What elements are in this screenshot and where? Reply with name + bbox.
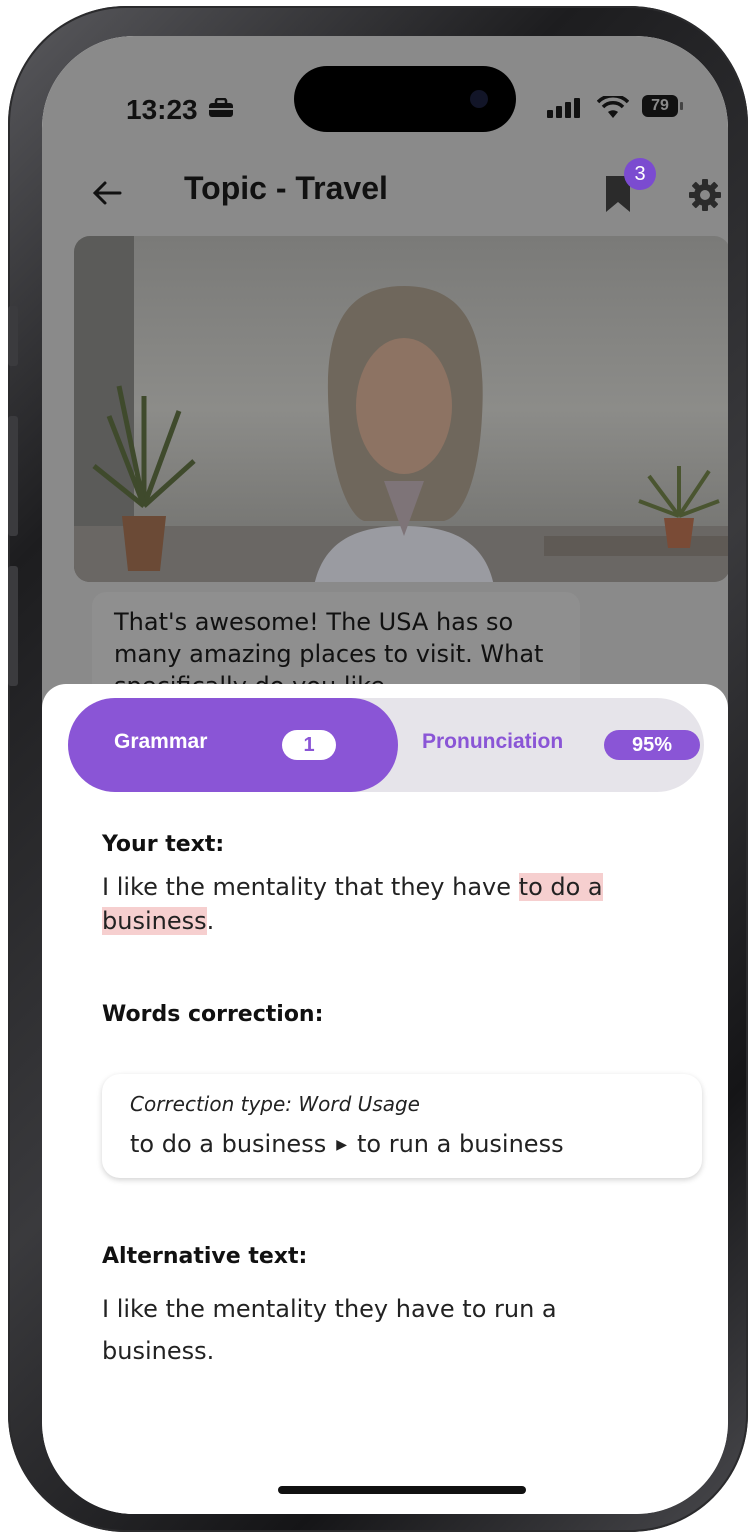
battery-indicator: 79 bbox=[642, 95, 678, 117]
camera-dot bbox=[470, 90, 488, 108]
home-indicator[interactable] bbox=[278, 1486, 526, 1494]
phone-frame: 13:23 79 Topic - Travel 3 That's awesome… bbox=[8, 6, 748, 1532]
status-time: 13:23 bbox=[126, 94, 198, 125]
alternative-text-heading: Alternative text: bbox=[102, 1244, 308, 1269]
correction-card: Correction type: Word Usage to do a busi… bbox=[102, 1074, 702, 1178]
words-correction-heading: Words correction: bbox=[102, 1002, 324, 1027]
gear-icon[interactable] bbox=[688, 178, 722, 212]
correction-to: to run a business bbox=[357, 1130, 564, 1158]
mute-switch bbox=[8, 306, 18, 366]
correction-line: to do a business ▶ to run a business bbox=[130, 1130, 564, 1158]
tab-pronunciation[interactable]: Pronunciation bbox=[422, 730, 563, 754]
feedback-tabs: Grammar 1 Pronunciation 95% bbox=[68, 698, 704, 792]
correction-type-label: Correction type: Word Usage bbox=[130, 1092, 420, 1116]
bookmark-count-badge: 3 bbox=[624, 158, 656, 190]
battery-tip bbox=[680, 102, 683, 110]
tab-grammar-label: Grammar bbox=[114, 730, 208, 753]
pronunciation-score-badge: 95% bbox=[604, 730, 700, 760]
briefcase-icon bbox=[209, 98, 233, 117]
back-arrow-icon[interactable] bbox=[90, 176, 124, 210]
tutor-avatar bbox=[315, 286, 493, 582]
your-text-after: . bbox=[206, 907, 215, 935]
your-text-before: I like the mentality that they have bbox=[102, 873, 519, 901]
tutor-avatar-image bbox=[74, 236, 728, 582]
dynamic-island bbox=[294, 66, 516, 132]
your-text-body: I like the mentality that they have to d… bbox=[102, 870, 672, 938]
screen: 13:23 79 Topic - Travel 3 That's awesome… bbox=[42, 36, 728, 1514]
page-title: Topic - Travel bbox=[184, 170, 388, 206]
play-arrow-icon: ▶ bbox=[336, 1137, 347, 1153]
plant-left bbox=[92, 385, 196, 571]
your-text-heading: Your text: bbox=[102, 832, 225, 857]
alternative-text-body: I like the mentality they have to run a … bbox=[102, 1295, 557, 1365]
feedback-sheet: Grammar 1 Pronunciation 95% Your text: I… bbox=[42, 684, 728, 1514]
grammar-count-badge: 1 bbox=[282, 730, 336, 760]
volume-up-button bbox=[8, 416, 18, 536]
wifi-icon bbox=[597, 96, 629, 118]
tab-grammar[interactable]: Grammar 1 bbox=[68, 698, 398, 792]
volume-down-button bbox=[8, 566, 18, 686]
cellular-signal-icon bbox=[547, 98, 580, 118]
correction-from: to do a business bbox=[130, 1130, 327, 1158]
plant-right bbox=[638, 466, 720, 548]
